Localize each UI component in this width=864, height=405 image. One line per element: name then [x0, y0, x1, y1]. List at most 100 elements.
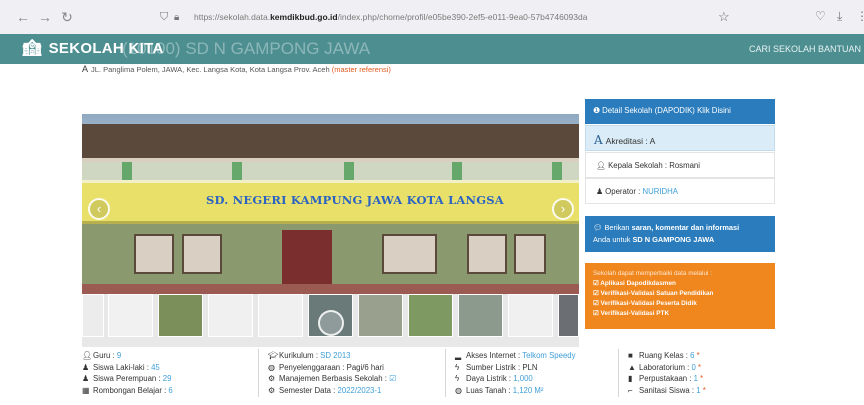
stat-label: Siswa Laki-laki : — [93, 362, 149, 372]
stat-row: 🎓︎Kurikulum : SD 2013 — [268, 350, 396, 362]
feedback-prefix: Berikan — [604, 223, 630, 232]
stat-label: Akses Internet : — [466, 351, 521, 360]
logo-text: SEKOLAH KITA — [48, 39, 164, 57]
stat-value: 0 — [691, 362, 696, 372]
correction-link[interactable]: ☑ Verifikasi-Validasi Peserta Didik — [593, 299, 775, 309]
info-icon: ❶ — [593, 106, 600, 115]
forward-arrow-icon[interactable]: → — [34, 9, 56, 25]
correction-link-text[interactable]: Verifikasi-Validasi Satuan Pendidikan — [601, 290, 714, 297]
thumbnail[interactable] — [558, 294, 579, 337]
female-icon: ♟ — [82, 374, 90, 383]
thumbnail[interactable] — [358, 294, 403, 337]
thumbnail[interactable] — [508, 294, 553, 337]
stat-value: 1 — [693, 374, 698, 383]
stat-label: Sanitasi Siswa : — [639, 385, 695, 395]
stat-value: 6 — [690, 351, 695, 360]
stat-row: ◍ Luas Tanah : 1,120 M² — [455, 385, 576, 397]
correction-link-text[interactable]: Verifikasi-Validasi Peserta Didik — [601, 300, 697, 307]
photo-window — [467, 234, 507, 274]
site-logo[interactable]: 🏫︎ SEKOLAH KITA — [22, 38, 164, 58]
address-letter-icon: A — [82, 64, 89, 74]
asterisk-icon: * — [697, 362, 702, 372]
bolt-icon: ϟ — [455, 374, 460, 383]
reload-icon[interactable]: ↻ — [56, 9, 78, 26]
stat-label: Laboratorium : — [639, 362, 690, 372]
carousel-next-icon[interactable]: › — [552, 198, 574, 220]
stat-value: 29 — [162, 374, 172, 383]
asterisk-icon: * — [702, 385, 706, 395]
correction-link[interactable]: ☑ Verifikasi-Validasi PTK — [593, 309, 775, 319]
stats-column-facilities: ▂ Akses Internet : Telkom Speedy ϟ Sumber … — [455, 350, 576, 396]
gear-icon: ⚙︎ — [268, 385, 276, 395]
detail-sekolah-button[interactable]: ❶ Detail Sekolah (DAPODIK) Klik Disini — [585, 99, 775, 124]
kepala-value: Rosmani — [669, 161, 700, 170]
flask-icon: ▲ — [628, 362, 636, 372]
stat-value: 1,000 — [513, 374, 533, 383]
stat-row: ■ Ruang Kelas : 6 * — [628, 350, 706, 362]
photo-roof — [82, 124, 579, 162]
menu-icon[interactable]: ⋮ — [856, 9, 864, 23]
correction-link[interactable]: ☑ Verifikasi-Validasi Satuan Pendidikan — [593, 289, 775, 299]
thumbnail[interactable] — [208, 294, 253, 337]
operator-value[interactable]: NURIDHA — [642, 187, 678, 196]
stat-value: Pagi/6 hari — [346, 362, 384, 372]
akreditasi-icon: A — [594, 133, 603, 147]
correction-link-text[interactable]: Verifikasi-Validasi PTK — [601, 310, 670, 317]
user-icon: ♟ — [596, 187, 603, 196]
stat-row: ϟ Daya Listrik : 1,000 — [455, 373, 576, 385]
url-domain: kemdikbud.go.id — [270, 12, 338, 22]
stat-row: ♟ Siswa Laki-laki : 45 — [82, 362, 173, 374]
master-reference-link[interactable]: (master referensi) — [332, 65, 391, 74]
stat-label: Manajemen Berbasis Sekolah : — [279, 374, 387, 383]
table-icon: ▦ — [82, 385, 90, 395]
bookmark-star-icon[interactable]: ☆ — [718, 9, 730, 25]
stat-label: Perpustakaan : — [639, 374, 692, 383]
download-icon[interactable]: ⤓ — [837, 9, 842, 24]
stat-row: ▂ Akses Internet : Telkom Speedy — [455, 350, 576, 362]
feedback-box[interactable]: 💬︎ Berikan saran, komentar dan informasi… — [585, 216, 775, 252]
stats-column-curriculum: 🎓︎Kurikulum : SD 2013 ◍ Penyelenggaraan :… — [268, 350, 396, 396]
nav-cari-sekolah[interactable]: CARI SEKOLAH — [749, 44, 816, 54]
carousel-prev-icon[interactable]: ‹ — [88, 198, 110, 220]
asterisk-icon: * — [696, 351, 700, 360]
stat-row: ♟ Siswa Perempuan : 29 — [82, 373, 173, 385]
stat-value: SD 2013 — [320, 351, 351, 360]
photo-window — [514, 234, 546, 274]
kepala-label: Kepala Sekolah : — [608, 161, 668, 170]
back-arrow-icon[interactable]: ← — [12, 9, 34, 25]
thumbnail[interactable] — [408, 294, 453, 337]
stat-value: Telkom Speedy — [522, 351, 576, 360]
akreditasi-label: Akreditasi : — [605, 136, 648, 146]
globe-icon: ◍ — [455, 385, 462, 395]
correction-link[interactable]: ☑ Aplikasi Dapodikdasmen — [593, 279, 775, 289]
feedback-school-name: SD N GAMPONG JAWA — [632, 235, 715, 244]
operator-row: ♟ Operator : NURIDHA — [585, 178, 775, 204]
thumbnail[interactable] — [82, 294, 104, 337]
thumbnail[interactable] — [158, 294, 203, 337]
stats-divider — [258, 349, 259, 397]
thumbnail[interactable] — [108, 294, 153, 337]
pocket-icon[interactable]: ♡ — [815, 9, 826, 23]
stat-value: 2022/2023-1 — [337, 385, 382, 395]
play-icon[interactable] — [318, 310, 344, 336]
comment-icon: 💬︎ — [593, 223, 603, 232]
stat-label: Daya Listrik : — [466, 374, 512, 383]
stat-row: ◍ Penyelenggaraan : Pagi/6 hari — [268, 362, 396, 374]
thumbnail[interactable] — [258, 294, 303, 337]
address-text: JL. Panglima Polem, JAWA, Kec. Langsa Ko… — [91, 65, 330, 74]
feedback-bold: saran, komentar dan informasi — [631, 223, 740, 232]
correction-title: Sekolah dapat memperbaiki data melalui : — [593, 270, 713, 277]
data-correction-box: Sekolah dapat memperbaiki data melalui :… — [585, 263, 775, 329]
nav-bantuan[interactable]: BANTUAN — [818, 44, 861, 54]
correction-link-text[interactable]: Aplikasi Dapodikdasmen — [600, 280, 676, 287]
address-bar[interactable]: ⛉ 🔒︎ https://sekolah.data. kemdikbud.go.i… — [160, 5, 750, 29]
shield-icon: ⛉ — [160, 10, 169, 23]
stat-row: 👤︎Guru : 9 — [82, 350, 173, 362]
detail-link[interactable]: Klik Disini — [697, 106, 731, 115]
stat-row: ϟ Sumber Listrik : PLN — [455, 362, 576, 374]
detail-label: Detail Sekolah (DAPODIK) — [602, 106, 695, 115]
stat-label: Guru : — [93, 351, 115, 360]
thumbnail[interactable] — [458, 294, 503, 337]
stats-column-teachers: 👤︎Guru : 9 ♟ Siswa Laki-laki : 45 ♟ Siswa … — [82, 350, 173, 396]
gear-icon: ⚙︎ — [268, 374, 276, 383]
